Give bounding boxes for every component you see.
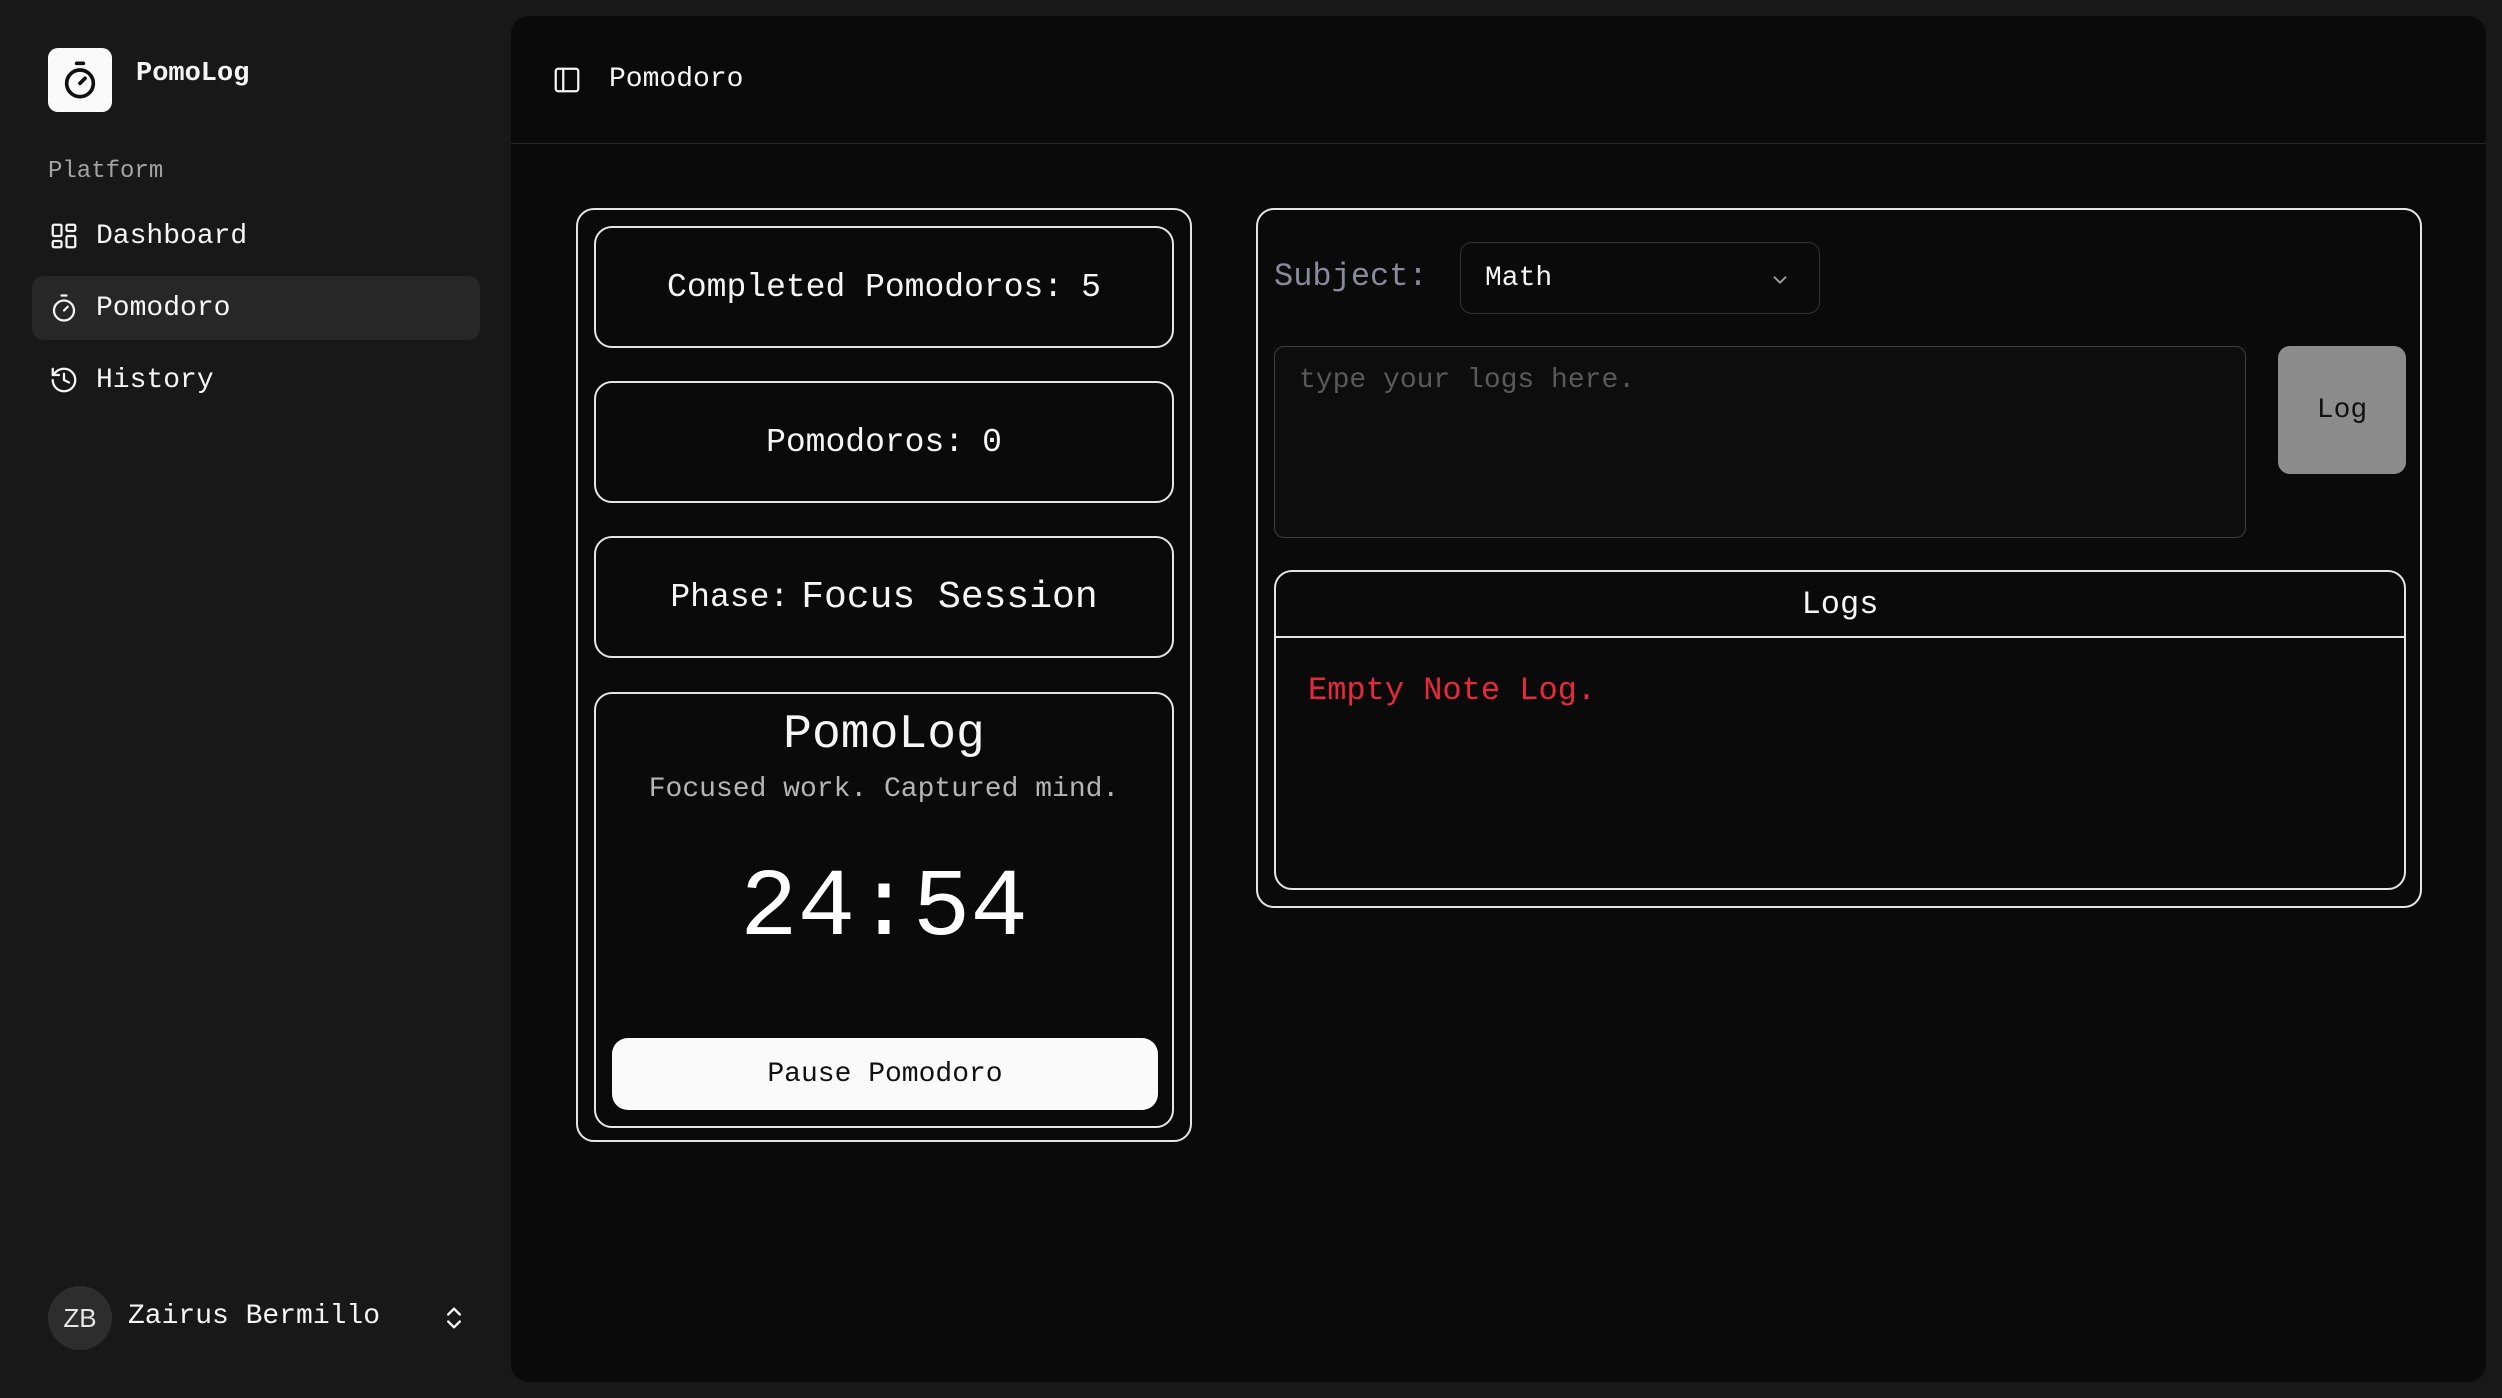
subject-value: Math — [1485, 262, 1553, 294]
timer-tagline: Focused work. Captured mind. — [648, 774, 1120, 805]
history-icon — [48, 364, 80, 396]
sidebar-nav: Dashboard Pomodoro History — [32, 204, 480, 420]
sidebar-item-pomodoro[interactable]: Pomodoro — [32, 276, 480, 340]
user-menu[interactable]: ZB Zairus Bermillo — [48, 1286, 468, 1350]
chevrons-up-down-icon[interactable] — [440, 1302, 468, 1339]
completed-pomodoros-box: Completed Pomodoros: 5 — [594, 226, 1174, 348]
stopwatch-icon — [48, 292, 80, 324]
completed-label: Completed Pomodoros: — [667, 268, 1064, 306]
stopwatch-icon — [48, 48, 112, 112]
completed-value: 5 — [1081, 268, 1101, 306]
avatar: ZB — [48, 1286, 112, 1350]
sidebar-item-label: Pomodoro — [96, 292, 231, 324]
app-name: PomoLog — [136, 59, 250, 89]
main-panel: Pomodoro Completed Pomodoros: 5 Pomodoro… — [511, 16, 2486, 1382]
top-bar: Pomodoro — [511, 16, 2486, 144]
log-card: Subject: Math Log Logs Empty Note Log. — [1256, 208, 2422, 908]
user-name: Zairus Bermillo — [128, 1300, 381, 1332]
sidebar-toggle-icon[interactable] — [551, 64, 583, 96]
sidebar: PomoLog Platform Dashboard Pomodoro Hist… — [0, 0, 511, 1398]
log-textarea[interactable] — [1274, 346, 2246, 538]
nav-section-label: Platform — [48, 158, 164, 185]
phase-value: Focus Session — [801, 575, 1098, 619]
pause-pomodoro-button[interactable]: Pause Pomodoro — [612, 1038, 1158, 1110]
subject-select[interactable]: Math — [1460, 242, 1820, 314]
sidebar-item-label: Dashboard — [96, 220, 248, 252]
subject-label: Subject: — [1274, 258, 1428, 295]
phase-label: Phase: — [670, 578, 790, 616]
pomodoros-label: Pomodoros: — [766, 423, 965, 461]
logs-header: Logs — [1276, 572, 2404, 638]
pomodoros-value: 0 — [982, 423, 1002, 461]
page-title: Pomodoro — [609, 64, 744, 95]
phase-box: Phase: Focus Session — [594, 536, 1174, 658]
empty-log-message: Empty Note Log. — [1308, 672, 1597, 709]
sidebar-item-dashboard[interactable]: Dashboard — [32, 204, 480, 268]
logs-panel: Logs Empty Note Log. — [1274, 570, 2406, 890]
timer-title: PomoLog — [783, 708, 985, 762]
chevron-down-icon — [1769, 269, 1791, 300]
timer-clock: 24:54 — [739, 854, 1029, 963]
pomodoro-card: Completed Pomodoros: 5 Pomodoros: 0 Phas… — [576, 208, 1192, 1142]
log-submit-button[interactable]: Log — [2278, 346, 2406, 474]
pomodoros-count-box: Pomodoros: 0 — [594, 381, 1174, 503]
sidebar-item-history[interactable]: History — [32, 348, 480, 412]
brand[interactable]: PomoLog — [48, 48, 249, 112]
grid-icon — [48, 220, 80, 252]
sidebar-item-label: History — [96, 364, 214, 396]
timer-box: PomoLog Focused work. Captured mind. 24:… — [594, 692, 1174, 1128]
